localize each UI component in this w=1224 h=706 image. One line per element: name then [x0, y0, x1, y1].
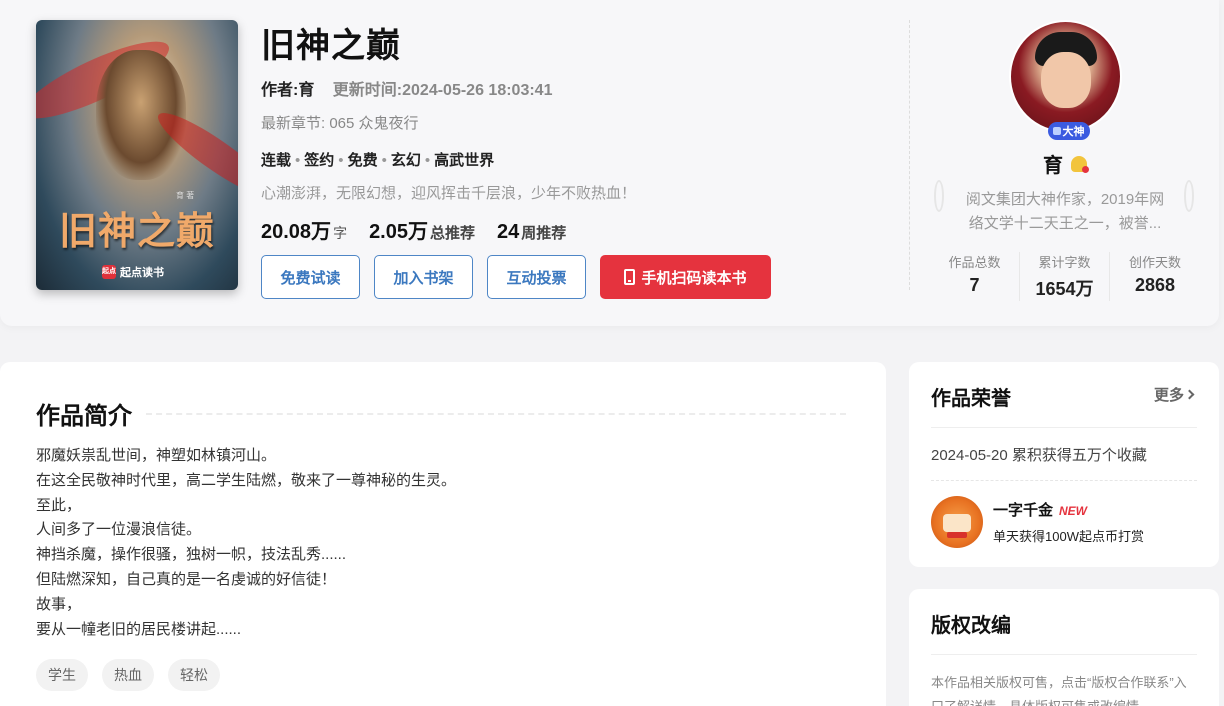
scan-to-read-label: 手机扫码读本书	[641, 269, 747, 287]
author-stat-works: 作品总数 7	[930, 252, 1020, 301]
great-god-badge: 大神	[1047, 122, 1090, 140]
stat-weekly-recommend: 24 周推荐	[497, 221, 567, 243]
tag-status: 连载	[261, 152, 292, 169]
copyright-text: 本作品相关版权可售，点击“版权合作联系”入口了解详情，具体版权可售或改编情	[931, 675, 1187, 706]
header-divider	[909, 20, 910, 290]
intro-line: 但陆燃深知，自己真的是一名虔诚的好信徒！	[36, 570, 337, 588]
divider	[931, 480, 1197, 481]
add-to-shelf-button[interactable]: 加入书架	[374, 255, 473, 299]
author-level-icon	[1071, 155, 1089, 173]
copyright-title: 版权改编	[931, 615, 1011, 637]
intro-line: 故事，	[36, 595, 82, 613]
scan-to-read-button[interactable]: 手机扫码读本书	[600, 255, 771, 299]
author-name[interactable]: 育	[930, 149, 1200, 178]
award-item: 一字千金 NEW 单天获得100W起点币打赏	[931, 496, 1144, 548]
intro-header: 作品简介	[36, 396, 846, 431]
feather-icon	[1052, 127, 1061, 135]
book-slogan: 心潮澎湃，无限幻想，迎风挥击千层浪，少年不败热血！	[261, 185, 637, 202]
book-header-card: 育 著 旧神之巅 起点 起点读书 旧神之巅 作者:育 更新时间:2024-05-…	[0, 0, 1219, 326]
intro-tags: 学生 热血 轻松	[36, 659, 220, 691]
copyright-card: 版权改编 本作品相关版权可售，点击“版权合作联系”入口了解详情，具体版权可售或改…	[909, 589, 1219, 706]
honor-card: 作品荣誉 更多 2024-05-20 累积获得五万个收藏 一字千金 NEW 单天获…	[909, 362, 1219, 567]
badge-label: 大神	[1062, 126, 1085, 138]
intro-line: 神挡杀魔，操作很骚，独树一帜，技法乱秀......	[36, 546, 347, 564]
cover-title: 旧神之巅	[58, 208, 215, 253]
new-badge: NEW	[1059, 504, 1088, 518]
tag-subcategory[interactable]: 高武世界	[434, 152, 494, 169]
intro-title: 作品简介	[36, 403, 132, 430]
intro-text: 邪魔妖祟乱世间，神塑如林镇河山。 在这全民敬神时代里，高二学生陆燃，敬来了一尊神…	[36, 444, 456, 642]
book-title: 旧神之巅	[261, 27, 401, 65]
intro-line: 至此，	[36, 496, 82, 514]
intro-line: 邪魔妖祟乱世间，神塑如林镇河山。	[36, 447, 277, 464]
author-avatar[interactable]: 大神	[1008, 20, 1122, 140]
tag-chip[interactable]: 学生	[36, 659, 88, 691]
stat-total-recommend: 2.05万 总推荐	[369, 221, 476, 243]
cover-brand-label: 起点读书	[120, 267, 164, 279]
intro-line: 人间多了一位漫浪信徒。	[36, 521, 202, 539]
divider	[931, 427, 1197, 428]
book-tags: 连载 • 签约 • 免费 • 玄幻 • 高武世界	[261, 152, 495, 169]
free-trial-button[interactable]: 免费试读	[261, 255, 360, 299]
tag-signed: 签约	[304, 152, 335, 169]
book-cover[interactable]: 育 著 旧神之巅 起点 起点读书	[36, 20, 238, 290]
author-stat-days: 创作天数 2868	[1128, 255, 1181, 295]
tag-chip[interactable]: 轻松	[168, 659, 220, 691]
tag-free: 免费	[347, 152, 378, 169]
intro-line: 在这全民敬神时代里，高二学生陆燃，敬来了一尊神秘的生灵。	[36, 471, 457, 489]
author-panel: 大神 育 阅文集团大神作家，2019年网 络文学十二天王之一，被誉... 作品总…	[930, 20, 1200, 301]
stat-word-count: 20.08万字	[261, 221, 348, 243]
award-name: 一字千金	[993, 502, 1054, 519]
intro-line: 要从一幢老旧的居民楼讲起......	[36, 620, 242, 638]
author-stat-words: 累计字数 1654万	[1020, 252, 1110, 301]
author-stats: 作品总数 7 累计字数 1654万 创作天数 2868	[930, 252, 1200, 301]
book-meta: 作者:育 更新时间:2024-05-26 18:03:41	[261, 76, 636, 100]
honor-title: 作品荣誉	[931, 388, 1011, 410]
divider	[931, 654, 1197, 655]
laurel-right-icon	[1184, 180, 1194, 212]
qidian-logo-icon: 起点	[102, 265, 116, 279]
tag-chip[interactable]: 热血	[102, 659, 154, 691]
update-time: 更新时间:2024-05-26 18:03:41	[332, 82, 553, 99]
author-description: 阅文集团大神作家，2019年网 络文学十二天王之一，被誉...	[965, 191, 1165, 232]
action-buttons: 免费试读 加入书架 互动投票 手机扫码读本书	[261, 255, 771, 299]
chevron-right-icon	[1184, 389, 1195, 400]
award-medal-icon	[931, 496, 983, 548]
book-stats: 20.08万字 2.05万 总推荐 24 周推荐	[261, 215, 636, 244]
intro-card: 作品简介 邪魔妖祟乱世间，神塑如林镇河山。 在这全民敬神时代里，高二学生陆燃，敬…	[0, 362, 886, 706]
phone-icon	[624, 269, 636, 285]
latest-chapter-link[interactable]: 最新章节: 065 众鬼夜行	[261, 112, 636, 133]
tag-category[interactable]: 玄幻	[391, 152, 421, 169]
honor-item: 2024-05-20 累积获得五万个收藏	[931, 447, 1147, 464]
author-link[interactable]: 作者:育	[261, 82, 314, 99]
laurel-left-icon	[934, 180, 944, 212]
book-info: 旧神之巅 作者:育 更新时间:2024-05-26 18:03:41 最新章节:…	[261, 22, 636, 244]
honor-more-link[interactable]: 更多	[1154, 384, 1195, 405]
cover-brand: 起点 起点读书	[102, 264, 164, 280]
section-divider	[146, 412, 846, 415]
award-description: 单天获得100W起点币打赏	[993, 529, 1144, 544]
vote-button[interactable]: 互动投票	[487, 255, 586, 299]
